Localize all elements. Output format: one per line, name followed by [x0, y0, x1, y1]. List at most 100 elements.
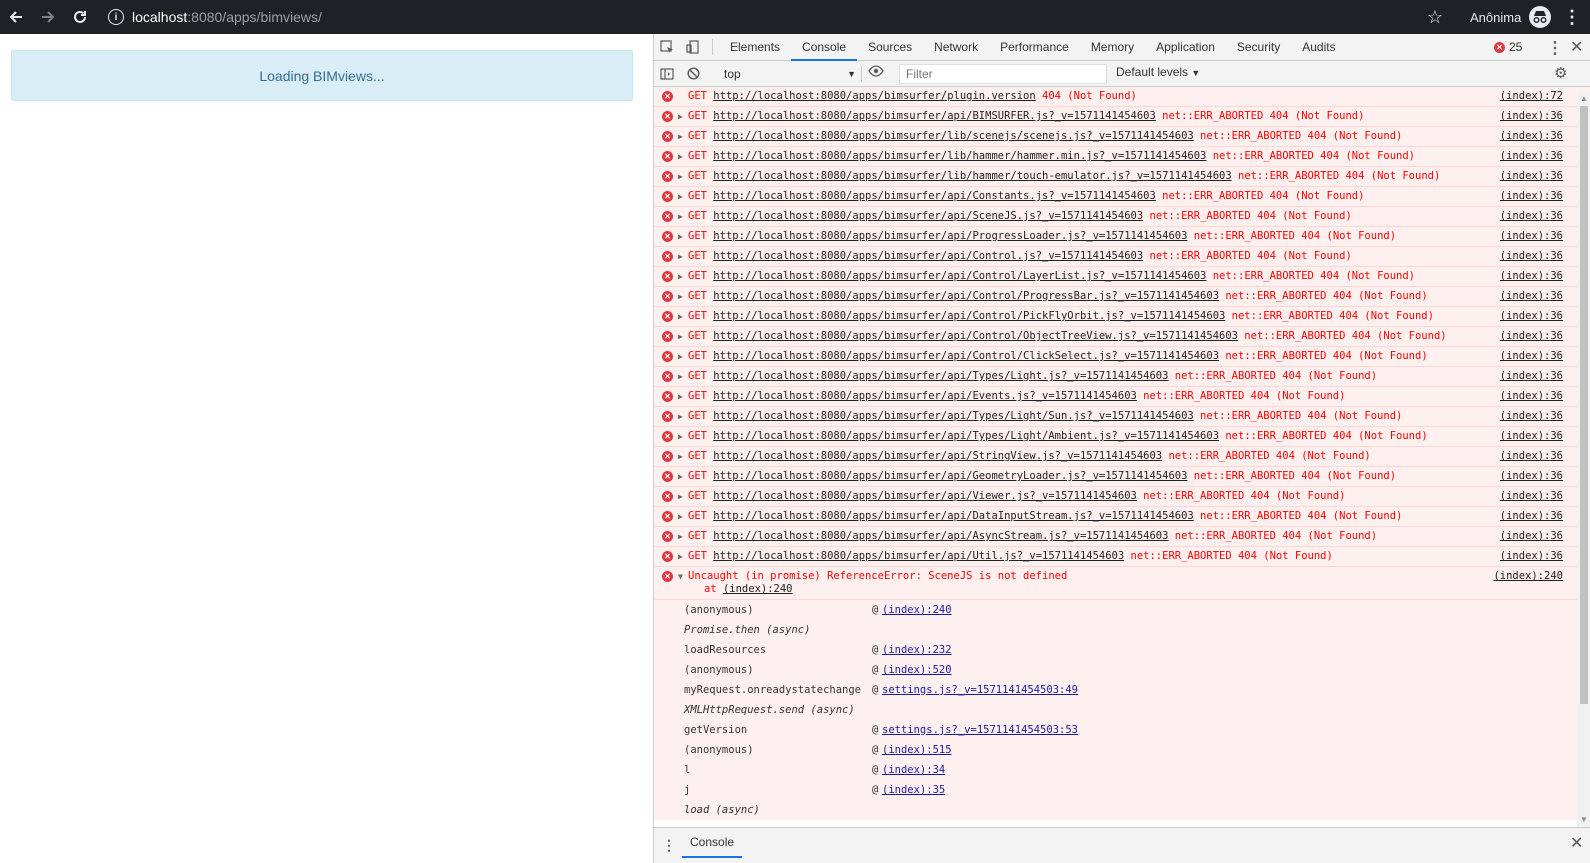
- console-error-row[interactable]: ✕ ▶ GET http://localhost:8080/apps/bimsurf…: [654, 227, 1590, 247]
- source-link[interactable]: (index):36: [1500, 190, 1563, 203]
- console-error-row[interactable]: ✕ ▶ GET http://localhost:8080/apps/bimsurf…: [654, 387, 1590, 407]
- request-url-link[interactable]: http://localhost:8080/apps/bimsurfer/api…: [713, 470, 1187, 482]
- console-error-row[interactable]: ✕ ▶ GET http://localhost:8080/apps/bimsurf…: [654, 247, 1590, 267]
- stack-frame-link[interactable]: (index):34: [882, 760, 945, 780]
- source-link[interactable]: (index):240: [1493, 570, 1563, 583]
- sidebar-toggle-icon[interactable]: [654, 60, 680, 87]
- address-bar[interactable]: i localhost:8080/apps/bimviews/: [100, 2, 1440, 32]
- back-button[interactable]: [0, 0, 32, 34]
- tab-console[interactable]: Console: [791, 34, 858, 61]
- expand-arrow-icon[interactable]: ▶: [678, 410, 683, 423]
- eye-icon[interactable]: [868, 65, 884, 80]
- info-icon[interactable]: i: [108, 9, 124, 25]
- source-link[interactable]: (index):36: [1500, 230, 1563, 243]
- stack-frame-link[interactable]: (index):520: [882, 660, 952, 680]
- console-error-row[interactable]: ✕ ▶ GET http://localhost:8080/apps/bimsurf…: [654, 207, 1590, 227]
- stack-frame-link[interactable]: settings.js?_v=1571141454503:49: [882, 680, 1078, 700]
- stack-frame-link[interactable]: settings.js?_v=1571141454503:53: [882, 720, 1078, 740]
- bookmark-star-icon[interactable]: ☆: [1424, 6, 1446, 28]
- source-link[interactable]: (index):36: [1500, 250, 1563, 263]
- expand-arrow-icon[interactable]: ▶: [678, 270, 683, 283]
- console-error-row[interactable]: ✕ ▶ GET http://localhost:8080/apps/bimsurf…: [654, 267, 1590, 287]
- expand-arrow-icon[interactable]: ▶: [678, 130, 683, 143]
- expand-arrow-icon[interactable]: ▶: [678, 230, 683, 243]
- collapse-arrow-icon[interactable]: ▼: [678, 570, 683, 583]
- expand-arrow-icon[interactable]: ▶: [678, 110, 683, 123]
- source-link[interactable]: (index):36: [1500, 530, 1563, 543]
- devtools-close-icon[interactable]: ✕: [1570, 37, 1583, 57]
- console-error-row[interactable]: ✕ GET http://localhost:8080/apps/bimsurfe…: [654, 87, 1590, 107]
- expand-arrow-icon[interactable]: ▶: [678, 550, 683, 563]
- tab-sources[interactable]: Sources: [857, 34, 923, 61]
- expand-arrow-icon[interactable]: ▶: [678, 290, 683, 303]
- source-link[interactable]: (index):36: [1500, 510, 1563, 523]
- forward-button[interactable]: [32, 0, 64, 34]
- request-url-link[interactable]: http://localhost:8080/apps/bimsurfer/api…: [713, 190, 1156, 202]
- expand-arrow-icon[interactable]: ▶: [678, 210, 683, 223]
- tab-application[interactable]: Application: [1145, 34, 1226, 61]
- source-link[interactable]: (index):36: [1500, 210, 1563, 223]
- request-url-link[interactable]: http://localhost:8080/apps/bimsurfer/api…: [713, 410, 1193, 422]
- gear-icon[interactable]: ⚙: [1554, 64, 1567, 82]
- console-scrollbar[interactable]: ▲ ▼: [1577, 92, 1590, 827]
- console-error-row[interactable]: ✕ ▶ GET http://localhost:8080/apps/bimsurf…: [654, 167, 1590, 187]
- error-counter[interactable]: ✕ 25: [1494, 40, 1522, 54]
- console-error-row[interactable]: ✕ ▶ GET http://localhost:8080/apps/bimsurf…: [654, 407, 1590, 427]
- source-link[interactable]: (index):72: [1500, 90, 1563, 103]
- source-link[interactable]: (index):36: [1500, 290, 1563, 303]
- request-url-link[interactable]: http://localhost:8080/apps/bimsurfer/api…: [713, 210, 1143, 222]
- expand-arrow-icon[interactable]: ▶: [678, 350, 683, 363]
- source-link[interactable]: (index):36: [1500, 490, 1563, 503]
- expand-arrow-icon[interactable]: ▶: [678, 430, 683, 443]
- tab-memory[interactable]: Memory: [1080, 34, 1145, 61]
- source-link[interactable]: (index):36: [1500, 370, 1563, 383]
- source-link[interactable]: (index):36: [1500, 470, 1563, 483]
- expand-arrow-icon[interactable]: ▶: [678, 510, 683, 523]
- drawer-tab-console[interactable]: Console: [682, 828, 743, 858]
- request-url-link[interactable]: http://localhost:8080/apps/bimsurfer/api…: [713, 510, 1193, 522]
- console-error-row[interactable]: ✕ ▶ GET http://localhost:8080/apps/bimsurf…: [654, 367, 1590, 387]
- request-url-link[interactable]: http://localhost:8080/apps/bimsurfer/api…: [713, 310, 1225, 322]
- expand-arrow-icon[interactable]: ▶: [678, 390, 683, 403]
- browser-menu-icon[interactable]: ⋮: [1562, 6, 1582, 28]
- console-error-row[interactable]: ✕ ▶ GET http://localhost:8080/apps/bimsurf…: [654, 187, 1590, 207]
- request-url-link[interactable]: http://localhost:8080/apps/bimsurfer/lib…: [713, 170, 1231, 182]
- source-link[interactable]: (index):36: [1500, 430, 1563, 443]
- log-levels-select[interactable]: Default levels ▼: [1116, 65, 1200, 79]
- expand-arrow-icon[interactable]: ▶: [678, 330, 683, 343]
- console-error-row[interactable]: ✕ ▶ GET http://localhost:8080/apps/bimsurf…: [654, 307, 1590, 327]
- clear-console-icon[interactable]: [680, 60, 706, 87]
- request-url-link[interactable]: http://localhost:8080/apps/bimsurfer/api…: [713, 270, 1206, 282]
- request-url-link[interactable]: http://localhost:8080/apps/bimsurfer/api…: [713, 530, 1168, 542]
- console-error-row[interactable]: ✕ ▶ GET http://localhost:8080/apps/bimsurf…: [654, 287, 1590, 307]
- expand-arrow-icon[interactable]: ▶: [678, 250, 683, 263]
- console-error-row[interactable]: ✕ ▶ GET http://localhost:8080/apps/bimsurf…: [654, 347, 1590, 367]
- console-log[interactable]: ✕ GET http://localhost:8080/apps/bimsurfe…: [654, 87, 1590, 827]
- source-link[interactable]: (index):36: [1500, 150, 1563, 163]
- request-url-link[interactable]: http://localhost:8080/apps/bimsurfer/api…: [713, 250, 1143, 262]
- console-error-row[interactable]: ✕ ▶ GET http://localhost:8080/apps/bimsurf…: [654, 107, 1590, 127]
- console-error-row[interactable]: ✕ ▶ GET http://localhost:8080/apps/bimsurf…: [654, 147, 1590, 167]
- expand-arrow-icon[interactable]: ▶: [678, 470, 683, 483]
- source-link[interactable]: (index):36: [1500, 270, 1563, 283]
- device-toolbar-icon[interactable]: [680, 34, 706, 61]
- source-link[interactable]: (index):36: [1500, 170, 1563, 183]
- console-error-row[interactable]: ✕ ▶ GET http://localhost:8080/apps/bimsurf…: [654, 127, 1590, 147]
- expand-arrow-icon[interactable]: ▶: [678, 150, 683, 163]
- source-link[interactable]: (index):36: [1500, 130, 1563, 143]
- context-select[interactable]: top ▼: [724, 65, 858, 83]
- source-link[interactable]: (index):36: [1500, 390, 1563, 403]
- console-error-row[interactable]: ✕ ▶ GET http://localhost:8080/apps/bimsurf…: [654, 527, 1590, 547]
- request-url-link[interactable]: http://localhost:8080/apps/bimsurfer/api…: [713, 450, 1162, 462]
- tab-security[interactable]: Security: [1226, 34, 1291, 61]
- request-url-link[interactable]: http://localhost:8080/apps/bimsurfer/lib…: [713, 150, 1206, 162]
- console-error-row[interactable]: ✕ ▶ GET http://localhost:8080/apps/bimsurf…: [654, 427, 1590, 447]
- source-link[interactable]: (index):36: [1500, 350, 1563, 363]
- request-url-link[interactable]: http://localhost:8080/apps/bimsurfer/api…: [713, 110, 1156, 122]
- inspect-element-icon[interactable]: [654, 34, 680, 61]
- source-link[interactable]: (index):36: [1500, 450, 1563, 463]
- console-error-row[interactable]: ✕ ▶ GET http://localhost:8080/apps/bimsurf…: [654, 487, 1590, 507]
- request-url-link[interactable]: http://localhost:8080/apps/bimsurfer/api…: [713, 550, 1124, 562]
- stack-frame-link[interactable]: (index):35: [882, 780, 945, 800]
- console-error-row[interactable]: ✕ ▶ GET http://localhost:8080/apps/bimsurf…: [654, 547, 1590, 567]
